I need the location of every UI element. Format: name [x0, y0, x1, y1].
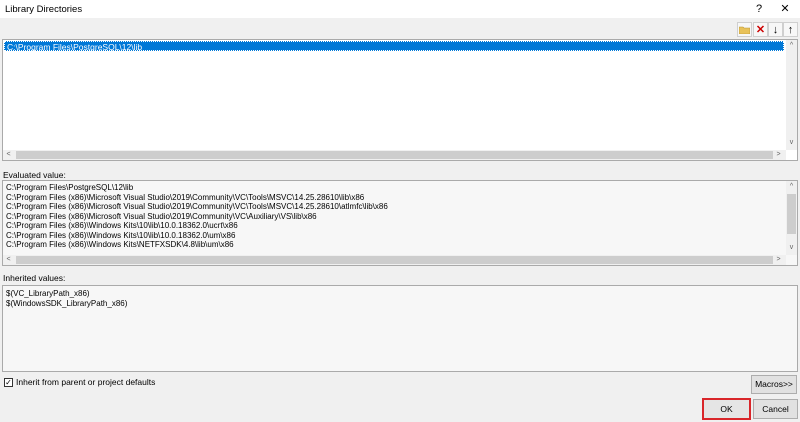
inherited-line: $(WindowsSDK_LibraryPath_x86) [6, 299, 128, 308]
evaluated-line: C:\Program Files (x86)\Microsoft Visual … [6, 193, 365, 202]
scroll-left-icon[interactable]: < [3, 255, 14, 265]
evaluated-line: C:\Program Files (x86)\Windows Kits\NETF… [6, 240, 234, 249]
list-horizontal-scrollbar[interactable]: < > [3, 150, 786, 160]
new-line-folder-icon[interactable] [737, 22, 752, 37]
macros-button[interactable]: Macros>> [751, 375, 797, 394]
inherit-checkbox-label[interactable]: Inherit from parent or project defaults [16, 377, 155, 387]
cancel-button[interactable]: Cancel [753, 399, 798, 419]
title-bar: Library Directories ? ✕ [0, 0, 800, 18]
scroll-thumb[interactable] [787, 194, 796, 234]
help-button[interactable]: ? [746, 0, 772, 18]
evaluated-horizontal-scrollbar[interactable]: < > [3, 255, 786, 265]
list-vertical-scrollbar[interactable]: ^ v [786, 40, 797, 150]
scroll-up-icon[interactable]: ^ [786, 182, 797, 192]
scroll-thumb[interactable] [16, 256, 773, 264]
scroll-down-icon[interactable]: v [786, 138, 797, 148]
scroll-down-icon[interactable]: v [786, 243, 797, 253]
inherited-values-box[interactable]: $(VC_LibraryPath_x86) $(WindowsSDK_Libra… [2, 285, 798, 372]
evaluated-line: C:\Program Files (x86)\Windows Kits\10\l… [6, 221, 238, 230]
evaluated-value-label: Evaluated value: [3, 170, 66, 180]
delete-icon[interactable]: ✕ [753, 22, 768, 37]
evaluated-line: C:\Program Files\PostgreSQL\12\lib [6, 183, 134, 192]
inherited-line: $(VC_LibraryPath_x86) [6, 289, 90, 298]
scroll-right-icon[interactable]: > [773, 150, 784, 160]
evaluated-line: C:\Program Files (x86)\Windows Kits\10\l… [6, 231, 236, 240]
evaluated-value-box[interactable]: C:\Program Files\PostgreSQL\12\lib C:\Pr… [2, 180, 798, 266]
evaluated-vertical-scrollbar[interactable]: ^ v [786, 181, 797, 255]
scroll-thumb[interactable] [16, 151, 773, 159]
move-up-icon[interactable]: ↑ [783, 22, 798, 37]
scroll-left-icon[interactable]: < [3, 150, 14, 160]
list-item[interactable]: C:\Program Files\PostgreSQL\12\lib [4, 41, 784, 52]
scroll-right-icon[interactable]: > [773, 255, 784, 265]
directory-list[interactable]: C:\Program Files\PostgreSQL\12\lib ^ v <… [2, 39, 798, 161]
ok-button[interactable]: OK [702, 398, 751, 420]
scroll-up-icon[interactable]: ^ [786, 41, 797, 51]
inherited-values-label: Inherited values: [3, 273, 66, 283]
inherit-checkbox[interactable]: ✓ [4, 378, 13, 387]
move-down-icon[interactable]: ↓ [768, 22, 783, 37]
window-title: Library Directories [5, 4, 83, 15]
evaluated-line: C:\Program Files (x86)\Microsoft Visual … [6, 202, 388, 211]
evaluated-line: C:\Program Files (x86)\Microsoft Visual … [6, 212, 317, 221]
close-button[interactable]: ✕ [772, 0, 798, 18]
